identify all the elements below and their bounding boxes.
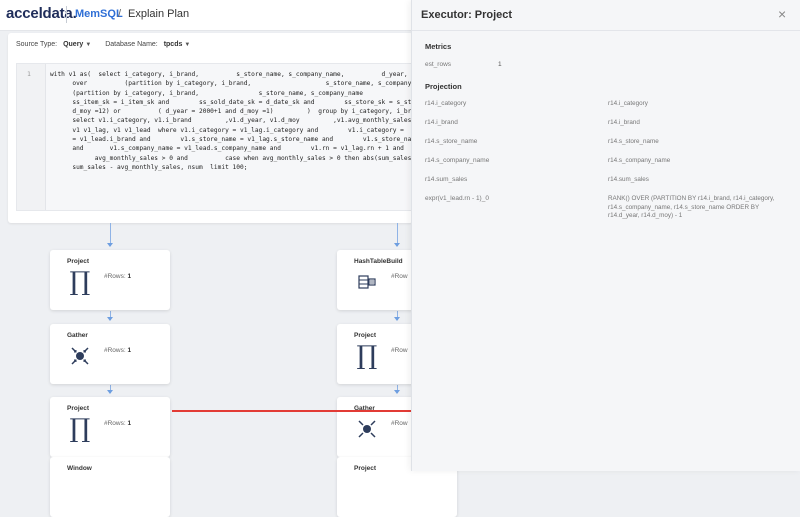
node-title: Project: [67, 258, 90, 265]
projection-key: r14.s_company_name: [425, 157, 490, 164]
breadcrumb-separator: /: [118, 8, 122, 20]
line-number: 1: [27, 70, 31, 78]
arrow-down-icon: [394, 390, 400, 394]
query-card: Source Type: Query ▼ Database Name: tpcds…: [8, 33, 415, 223]
source-type-select[interactable]: Query: [63, 41, 83, 48]
node-title: Project: [354, 332, 377, 339]
arrow-down-icon: [107, 243, 113, 247]
projection-key: expr(v1_lead.rn - 1)_0: [425, 195, 489, 202]
projection-section-title: Projection: [425, 82, 462, 91]
chevron-down-icon[interactable]: ▼: [85, 42, 91, 48]
sql-code[interactable]: with v1 as( select i_category, i_brand, …: [50, 70, 414, 172]
projection-key: r14.i_category: [425, 100, 467, 107]
node-row-count: #Row: [391, 273, 408, 280]
highlight-arrow-line: [172, 410, 424, 412]
plan-node-project-selected[interactable]: Project ∏ #Rows: 1: [50, 397, 170, 457]
executor-detail-panel: Executor: Project × Metrics est_rows 1 P…: [411, 0, 800, 471]
filter-bar: Source Type: Query ▼ Database Name: tpcds…: [16, 41, 202, 48]
projection-row: r14.i_category r14.i_category: [412, 100, 800, 119]
projection-value: r14.sum_sales: [608, 176, 649, 183]
node-row-count: #Rows: 1: [104, 347, 132, 354]
arrow-down-icon: [394, 317, 400, 321]
plan-canvas[interactable]: Project ∏ #Rows: 1 Gather #Rows: 1 Proje…: [0, 223, 457, 517]
database-name-select[interactable]: tpcds: [164, 41, 183, 48]
projection-value: r14.s_company_name: [608, 157, 671, 164]
node-row-count: #Row: [391, 347, 408, 354]
close-icon[interactable]: ×: [778, 6, 786, 22]
panel-title: Executor: Project: [421, 9, 513, 21]
projection-row: expr(v1_lead.rn - 1)_0 RANK() OVER (PART…: [412, 195, 800, 229]
node-title: Project: [67, 405, 90, 412]
projection-row: r14.s_company_name r14.s_company_name: [412, 157, 800, 176]
hash-table-icon: [353, 268, 381, 296]
plan-node-gather[interactable]: Gather #Rows: 1: [50, 324, 170, 384]
gather-icon: [66, 342, 94, 370]
source-type-label: Source Type:: [16, 41, 58, 48]
projection-value: r14.s_store_name: [608, 138, 659, 145]
metrics-section-title: Metrics: [425, 42, 452, 51]
projection-row: r14.s_store_name r14.s_store_name: [412, 138, 800, 157]
node-row-count: #Rows: 1: [104, 273, 132, 280]
arrow-down-icon: [107, 390, 113, 394]
plan-node-project[interactable]: Project ∏ #Rows: 1: [50, 250, 170, 310]
projection-key: r14.sum_sales: [425, 176, 468, 183]
sql-editor[interactable]: 1 with v1 as( select i_category, i_brand…: [16, 63, 415, 211]
projection-row: r14.i_brand r14.i_brand: [412, 119, 800, 138]
projection-value: r14.i_brand: [608, 119, 640, 126]
projection-icon: ∏: [69, 267, 91, 297]
breadcrumb-app-link[interactable]: MemSQL: [75, 8, 123, 20]
database-name-label: Database Name:: [105, 41, 158, 48]
arrow-down-icon: [107, 317, 113, 321]
breadcrumb-current-page: Explain Plan: [128, 8, 190, 20]
projection-value: r14.i_category: [608, 100, 648, 107]
editor-gutter: 1: [17, 64, 46, 210]
plan-node-window[interactable]: Window: [50, 457, 170, 517]
arrow-down-icon: [394, 243, 400, 247]
projection-row: r14.sum_sales r14.sum_sales: [412, 176, 800, 195]
panel-header: Executor: Project ×: [412, 0, 800, 31]
projection-key: r14.s_store_name: [425, 138, 478, 145]
metric-value: 1: [498, 61, 502, 68]
divider: [66, 6, 67, 23]
projection-key: r14.i_brand: [425, 119, 458, 126]
projection-icon: ∏: [69, 414, 91, 444]
node-row-count: #Rows: 1: [104, 420, 132, 427]
chevron-down-icon[interactable]: ▼: [184, 42, 190, 48]
metric-key: est_rows: [425, 61, 452, 68]
gather-icon: [353, 415, 381, 443]
node-title: HashTableBuild: [354, 258, 403, 265]
node-row-count: #Row: [391, 420, 408, 427]
projection-value: RANK() OVER (PARTITION BY r14.i_brand, r…: [608, 195, 775, 219]
node-title: Gather: [67, 332, 88, 339]
projection-icon: ∏: [356, 341, 378, 371]
